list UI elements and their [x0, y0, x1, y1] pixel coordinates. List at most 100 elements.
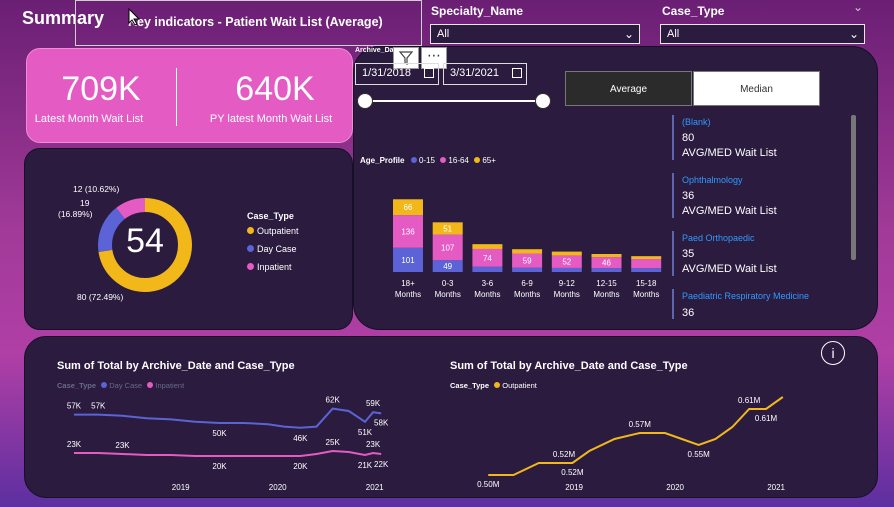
left-line-chart-title: Sum of Total by Archive_Date and Case_Ty…: [57, 360, 295, 372]
date-to-input[interactable]: 3/31/2021: [443, 63, 527, 85]
list-separator: [672, 289, 674, 319]
list-separator: [672, 173, 674, 218]
list-separator: [672, 115, 674, 160]
bar-data-label: 66: [404, 203, 413, 212]
line-series-Outpatient[interactable]: [488, 396, 784, 476]
legend-item-outpatient[interactable]: Outpatient: [247, 226, 299, 236]
x-axis-year-label: 2020: [269, 483, 287, 492]
line-data-label: 0.61M: [738, 396, 761, 405]
age-legend-65plus: 65+: [482, 156, 496, 165]
bar-category-label: 0-3: [442, 279, 454, 288]
line-data-label: 51K: [358, 428, 373, 437]
average-button[interactable]: Average: [565, 71, 692, 106]
bar-segment-0-15[interactable]: [591, 268, 622, 272]
bar-data-label: 49: [443, 262, 452, 271]
line-data-label: 22K: [374, 460, 389, 469]
legend-dot-icon: [247, 245, 254, 252]
bar-category-label: Months: [593, 290, 619, 299]
age-legend-16-64: 16-64: [448, 156, 469, 165]
specialty-value-1: 36: [682, 190, 695, 202]
line-data-label: 23K: [366, 440, 381, 449]
line-data-label: 20K: [212, 462, 227, 471]
bar-category-label: 3-6: [482, 279, 494, 288]
bar-segment-0-15[interactable]: [551, 267, 582, 272]
bar-category-label: 15-18: [636, 279, 657, 288]
legend-dot-icon: [410, 157, 417, 163]
line-data-label: 20K: [293, 462, 308, 471]
right-legend-outpatient: Outpatient: [502, 381, 537, 390]
case-type-dropdown[interactable]: All ⌄: [660, 24, 865, 44]
archive-date-label: Archive_Da: [355, 47, 394, 54]
bar-category-label: Months: [633, 290, 659, 299]
kpi-py-value: 640K: [235, 70, 315, 108]
info-icon[interactable]: i: [821, 341, 845, 365]
kpi-py-label: PY latest Month Wait List: [209, 113, 333, 125]
date-range-slider-track[interactable]: [362, 100, 544, 102]
bar-category-label: Months: [435, 290, 461, 299]
line-data-label: 0.57M: [629, 420, 652, 429]
specialty-caption-0: AVG/MED Wait List: [682, 147, 777, 159]
legend-dot-icon: [247, 227, 254, 234]
case-type-filter-label: Case_Type: [662, 4, 725, 18]
bar-category-label: 12-15: [596, 279, 617, 288]
bar-segment-0-15[interactable]: [472, 266, 503, 272]
x-axis-year-label: 2019: [565, 483, 583, 492]
bar-segment-65+[interactable]: [591, 254, 622, 258]
list-scrollbar[interactable]: [851, 115, 856, 260]
donut-label-outpatient: 80 (72.49%): [77, 292, 124, 302]
left-legend-inpatient: Inpatient: [155, 381, 185, 390]
line-data-label: 46K: [293, 434, 308, 443]
bar-data-label: 74: [483, 254, 492, 263]
bar-segment-16-64[interactable]: [631, 259, 662, 269]
slider-handle-end[interactable]: [535, 93, 551, 109]
specialty-name-1: Ophthalmology: [682, 175, 743, 185]
bar-segment-65+[interactable]: [551, 251, 582, 256]
line-series-Inpatient[interactable]: [74, 449, 382, 457]
x-axis-year-label: 2021: [366, 483, 384, 492]
bar-category-label: Months: [554, 290, 580, 299]
bar-segment-0-15[interactable]: [631, 268, 662, 272]
bar-category-label: 18+: [401, 279, 415, 288]
kpi-divider: [176, 68, 177, 126]
specialty-name-2: Paed Orthopaedic: [682, 233, 755, 243]
date-from-input[interactable]: 1/31/2018: [355, 63, 439, 85]
specialty-value-2: 35: [682, 248, 695, 260]
bar-data-label: 107: [441, 243, 455, 252]
slider-handle-start[interactable]: [357, 93, 373, 109]
specialty-value-0: 80: [682, 132, 695, 144]
legend-item-daycase[interactable]: Day Case: [247, 244, 297, 254]
bar-category-label: 6-9: [521, 279, 533, 288]
age-profile-bar-chart[interactable]: 101 136 66 18+ Months 49 107 51 0-3 Months 74 3-6 Mo…: [380, 170, 670, 305]
left-line-legend: Case_Type Day Case Inpatient: [57, 381, 184, 390]
right-line-chart-title: Sum of Total by Archive_Date and Case_Ty…: [450, 360, 688, 372]
specialty-caption-1: AVG/MED Wait List: [682, 205, 777, 217]
right-line-chart[interactable]: 0.50M0.52M0.52M0.57M0.55M0.61M0.61M0.63M…: [455, 395, 815, 500]
tooltip-title: Key indicators - Patient Wait List (Aver…: [128, 15, 383, 29]
bar-category-label: Months: [474, 290, 500, 299]
legend-dot-icon: [474, 157, 481, 163]
donut-label-daycase-count: 19: [80, 198, 90, 208]
bar-data-label: 52: [562, 258, 571, 267]
donut-label-daycase-pct: (16.89%): [58, 209, 93, 219]
legend-item-inpatient[interactable]: Inpatient: [247, 262, 292, 272]
left-line-chart[interactable]: 57K 57K 50K 46K 62K 51K 59K 58K 23K 23K 20K 20K 25K 2…: [60, 395, 405, 500]
chevron-down-icon[interactable]: ⌄: [853, 0, 863, 14]
line-data-label: 25K: [326, 438, 341, 447]
calendar-icon: [424, 68, 434, 78]
line-data-label: 50K: [212, 429, 227, 438]
line-data-label: 23K: [115, 441, 130, 450]
median-button[interactable]: Median: [693, 71, 820, 106]
line-data-label: 57K: [91, 402, 106, 411]
bar-segment-65+[interactable]: [512, 249, 543, 254]
left-legend-daycase: Day Case: [109, 381, 143, 390]
specialty-dropdown[interactable]: All ⌄: [430, 24, 640, 44]
age-legend-title: Age_Profile: [360, 156, 405, 165]
bar-segment-0-15[interactable]: [512, 267, 543, 272]
bar-segment-65+[interactable]: [472, 244, 503, 249]
specialty-value-3: 36: [682, 307, 695, 319]
legend-dot-icon: [247, 263, 254, 270]
x-axis-year-label: 2020: [666, 483, 684, 492]
bar-category-label: 9-12: [559, 279, 576, 288]
bar-segment-65+[interactable]: [631, 256, 662, 260]
line-series-Day Case[interactable]: [74, 407, 382, 429]
